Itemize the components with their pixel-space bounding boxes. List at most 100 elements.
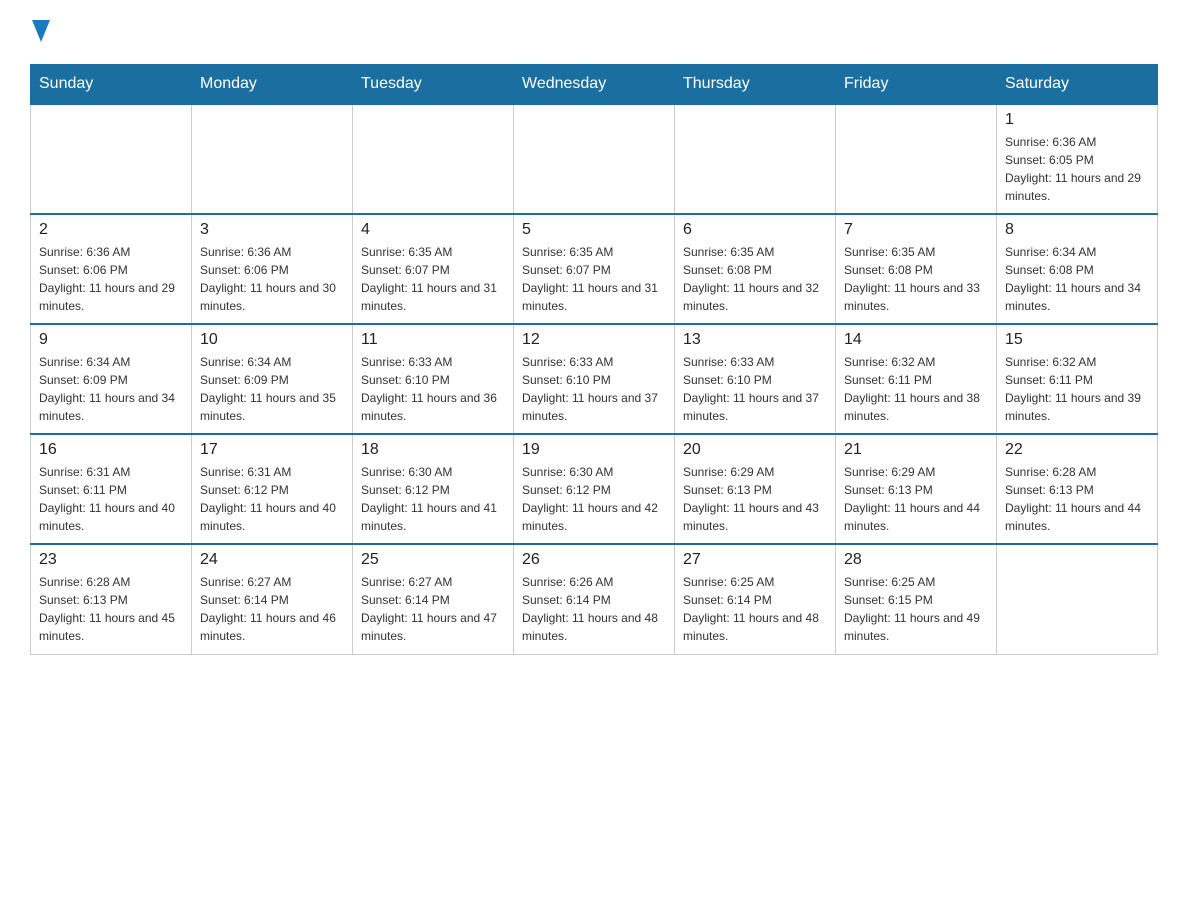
day-number: 14: [844, 331, 988, 349]
day-number: 6: [683, 221, 827, 239]
day-info: Sunrise: 6:34 AMSunset: 6:09 PMDaylight:…: [39, 353, 183, 425]
day-info: Sunrise: 6:29 AMSunset: 6:13 PMDaylight:…: [844, 463, 988, 535]
day-info: Sunrise: 6:33 AMSunset: 6:10 PMDaylight:…: [522, 353, 666, 425]
calendar-cell: [353, 104, 514, 214]
calendar-week-row: 16Sunrise: 6:31 AMSunset: 6:11 PMDayligh…: [31, 434, 1158, 544]
day-number: 5: [522, 221, 666, 239]
day-info: Sunrise: 6:26 AMSunset: 6:14 PMDaylight:…: [522, 573, 666, 645]
day-number: 19: [522, 441, 666, 459]
calendar-cell: 14 Sunrise: 6:32 AMSunset: 6:11 PMDayligh…: [836, 324, 997, 434]
day-number: 28: [844, 551, 988, 569]
day-number: 15: [1005, 331, 1149, 349]
calendar-cell: 11 Sunrise: 6:33 AMSunset: 6:10 PMDayligh…: [353, 324, 514, 434]
calendar-cell: 22 Sunrise: 6:28 AMSunset: 6:13 PMDayligh…: [997, 434, 1158, 544]
calendar-cell: 20 Sunrise: 6:29 AMSunset: 6:13 PMDayligh…: [675, 434, 836, 544]
day-info: Sunrise: 6:25 AMSunset: 6:14 PMDaylight:…: [683, 573, 827, 645]
day-number: 27: [683, 551, 827, 569]
calendar-cell: 7 Sunrise: 6:35 AMSunset: 6:08 PMDaylight…: [836, 214, 997, 324]
logo-triangle-icon: [32, 20, 50, 42]
calendar-cell: 25 Sunrise: 6:27 AMSunset: 6:14 PMDayligh…: [353, 544, 514, 654]
logo: [30, 20, 50, 44]
day-info: Sunrise: 6:29 AMSunset: 6:13 PMDaylight:…: [683, 463, 827, 535]
day-number: 25: [361, 551, 505, 569]
day-number: 24: [200, 551, 344, 569]
calendar-cell: 5 Sunrise: 6:35 AMSunset: 6:07 PMDaylight…: [514, 214, 675, 324]
day-info: Sunrise: 6:35 AMSunset: 6:07 PMDaylight:…: [361, 243, 505, 315]
day-number: 21: [844, 441, 988, 459]
calendar-cell: [31, 104, 192, 214]
calendar-cell: 26Sunrise: 6:26 AMSunset: 6:14 PMDayligh…: [514, 544, 675, 654]
page-header: [30, 20, 1158, 44]
day-number: 11: [361, 331, 505, 349]
day-info: Sunrise: 6:32 AMSunset: 6:11 PMDaylight:…: [1005, 353, 1149, 425]
header-saturday: Saturday: [997, 65, 1158, 105]
calendar-cell: 27 Sunrise: 6:25 AMSunset: 6:14 PMDayligh…: [675, 544, 836, 654]
day-number: 10: [200, 331, 344, 349]
day-number: 3: [200, 221, 344, 239]
calendar-cell: 19 Sunrise: 6:30 AMSunset: 6:12 PMDayligh…: [514, 434, 675, 544]
day-info: Sunrise: 6:28 AMSunset: 6:13 PMDaylight:…: [1005, 463, 1149, 535]
day-info: Sunrise: 6:35 AMSunset: 6:07 PMDaylight:…: [522, 243, 666, 315]
calendar-cell: 6 Sunrise: 6:35 AMSunset: 6:08 PMDaylight…: [675, 214, 836, 324]
day-number: 9: [39, 331, 183, 349]
calendar-cell: [836, 104, 997, 214]
day-number: 18: [361, 441, 505, 459]
day-number: 1: [1005, 111, 1149, 129]
day-info: Sunrise: 6:27 AMSunset: 6:14 PMDaylight:…: [361, 573, 505, 645]
calendar-cell: 3 Sunrise: 6:36 AMSunset: 6:06 PMDaylight…: [192, 214, 353, 324]
calendar-cell: 4 Sunrise: 6:35 AMSunset: 6:07 PMDaylight…: [353, 214, 514, 324]
day-number: 8: [1005, 221, 1149, 239]
calendar-cell: 10 Sunrise: 6:34 AMSunset: 6:09 PMDayligh…: [192, 324, 353, 434]
calendar-cell: [675, 104, 836, 214]
day-number: 12: [522, 331, 666, 349]
calendar-week-row: 23 Sunrise: 6:28 AMSunset: 6:13 PMDayligh…: [31, 544, 1158, 654]
calendar-cell: 24 Sunrise: 6:27 AMSunset: 6:14 PMDayligh…: [192, 544, 353, 654]
calendar-cell: [514, 104, 675, 214]
day-number: 4: [361, 221, 505, 239]
day-number: 17: [200, 441, 344, 459]
calendar-cell: [997, 544, 1158, 654]
calendar-week-row: 1 Sunrise: 6:36 AMSunset: 6:05 PMDaylight…: [31, 104, 1158, 214]
calendar-week-row: 2 Sunrise: 6:36 AMSunset: 6:06 PMDaylight…: [31, 214, 1158, 324]
calendar-cell: [192, 104, 353, 214]
calendar-cell: 12 Sunrise: 6:33 AMSunset: 6:10 PMDayligh…: [514, 324, 675, 434]
day-info: Sunrise: 6:32 AMSunset: 6:11 PMDaylight:…: [844, 353, 988, 425]
calendar-cell: 18 Sunrise: 6:30 AMSunset: 6:12 PMDayligh…: [353, 434, 514, 544]
calendar-table: Sunday Monday Tuesday Wednesday Thursday…: [30, 64, 1158, 655]
calendar-cell: 17Sunrise: 6:31 AMSunset: 6:12 PMDayligh…: [192, 434, 353, 544]
day-info: Sunrise: 6:36 AMSunset: 6:05 PMDaylight:…: [1005, 133, 1149, 205]
day-number: 23: [39, 551, 183, 569]
day-info: Sunrise: 6:35 AMSunset: 6:08 PMDaylight:…: [683, 243, 827, 315]
day-info: Sunrise: 6:34 AMSunset: 6:09 PMDaylight:…: [200, 353, 344, 425]
day-number: 22: [1005, 441, 1149, 459]
day-info: Sunrise: 6:30 AMSunset: 6:12 PMDaylight:…: [522, 463, 666, 535]
day-info: Sunrise: 6:25 AMSunset: 6:15 PMDaylight:…: [844, 573, 988, 645]
day-info: Sunrise: 6:35 AMSunset: 6:08 PMDaylight:…: [844, 243, 988, 315]
day-info: Sunrise: 6:33 AMSunset: 6:10 PMDaylight:…: [361, 353, 505, 425]
calendar-cell: 8 Sunrise: 6:34 AMSunset: 6:08 PMDaylight…: [997, 214, 1158, 324]
day-info: Sunrise: 6:33 AMSunset: 6:10 PMDaylight:…: [683, 353, 827, 425]
calendar-cell: 23 Sunrise: 6:28 AMSunset: 6:13 PMDayligh…: [31, 544, 192, 654]
header-friday: Friday: [836, 65, 997, 105]
calendar-week-row: 9 Sunrise: 6:34 AMSunset: 6:09 PMDaylight…: [31, 324, 1158, 434]
calendar-cell: 15 Sunrise: 6:32 AMSunset: 6:11 PMDayligh…: [997, 324, 1158, 434]
header-sunday: Sunday: [31, 65, 192, 105]
day-info: Sunrise: 6:34 AMSunset: 6:08 PMDaylight:…: [1005, 243, 1149, 315]
header-monday: Monday: [192, 65, 353, 105]
day-number: 20: [683, 441, 827, 459]
header-tuesday: Tuesday: [353, 65, 514, 105]
calendar-cell: 28 Sunrise: 6:25 AMSunset: 6:15 PMDayligh…: [836, 544, 997, 654]
header-wednesday: Wednesday: [514, 65, 675, 105]
day-info: Sunrise: 6:36 AMSunset: 6:06 PMDaylight:…: [39, 243, 183, 315]
day-info: Sunrise: 6:27 AMSunset: 6:14 PMDaylight:…: [200, 573, 344, 645]
day-number: 13: [683, 331, 827, 349]
day-number: 16: [39, 441, 183, 459]
calendar-cell: 21 Sunrise: 6:29 AMSunset: 6:13 PMDayligh…: [836, 434, 997, 544]
day-info: Sunrise: 6:30 AMSunset: 6:12 PMDaylight:…: [361, 463, 505, 535]
calendar-cell: 1 Sunrise: 6:36 AMSunset: 6:05 PMDaylight…: [997, 104, 1158, 214]
day-info: Sunrise: 6:28 AMSunset: 6:13 PMDaylight:…: [39, 573, 183, 645]
day-number: 2: [39, 221, 183, 239]
calendar-cell: 2 Sunrise: 6:36 AMSunset: 6:06 PMDaylight…: [31, 214, 192, 324]
day-number: 7: [844, 221, 988, 239]
day-info: Sunrise: 6:36 AMSunset: 6:06 PMDaylight:…: [200, 243, 344, 315]
